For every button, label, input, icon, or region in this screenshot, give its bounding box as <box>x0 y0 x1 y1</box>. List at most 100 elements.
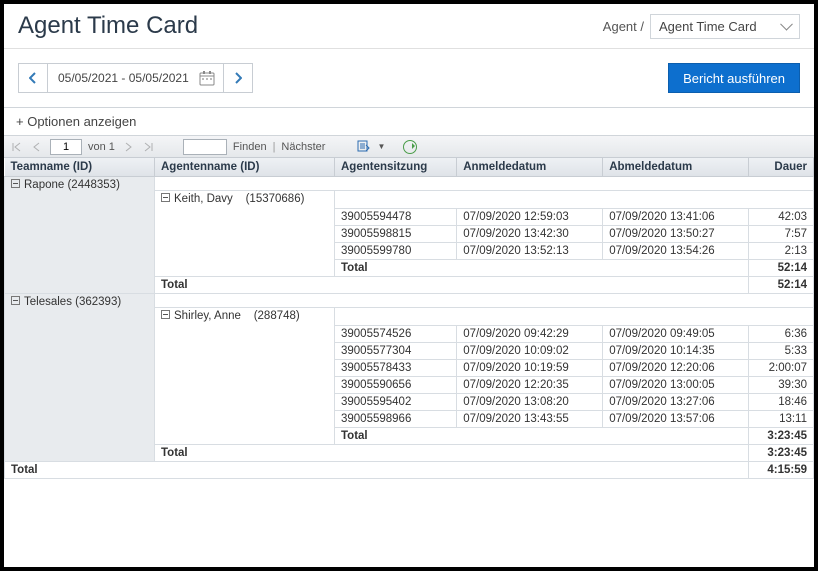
team-cell: Telesales (362393) <box>5 294 155 462</box>
agent-id: (288748) <box>241 310 300 322</box>
login-datetime: 07/09/2020 12:20:35 <box>457 377 603 394</box>
find-input[interactable] <box>183 139 227 155</box>
logout-datetime: 07/09/2020 13:27:06 <box>603 394 749 411</box>
session-id: 39005599780 <box>335 243 457 260</box>
find-next-label[interactable]: Nächster <box>281 141 325 153</box>
login-datetime: 07/09/2020 13:42:30 <box>457 226 603 243</box>
export-button[interactable] <box>357 140 371 154</box>
find-label[interactable]: Finden <box>233 141 267 153</box>
session-duration: 6:36 <box>749 326 814 343</box>
col-agent[interactable]: Agentenname (ID) <box>155 158 335 177</box>
session-duration: 18:46 <box>749 394 814 411</box>
spacer-cell <box>155 294 814 308</box>
separator: | <box>273 141 276 153</box>
date-next-button[interactable] <box>223 63 253 93</box>
agent-cell: Shirley, Anne (288748) <box>155 308 335 445</box>
date-range-input[interactable]: 05/05/2021 - 05/05/2021 <box>47 63 224 93</box>
login-datetime: 07/09/2020 13:52:13 <box>457 243 603 260</box>
spacer-cell <box>335 191 814 209</box>
crumb-select[interactable]: Agent Time Card <box>650 14 800 39</box>
team-total-label: Total <box>155 445 749 462</box>
page-of-label: von 1 <box>88 141 115 153</box>
login-datetime: 07/09/2020 12:59:03 <box>457 209 603 226</box>
chevron-right-icon <box>234 72 242 84</box>
logout-datetime: 07/09/2020 13:00:05 <box>603 377 749 394</box>
session-duration: 2:13 <box>749 243 814 260</box>
date-range-value: 05/05/2021 - 05/05/2021 <box>58 71 189 85</box>
login-datetime: 07/09/2020 10:19:59 <box>457 360 603 377</box>
logout-datetime: 07/09/2020 12:20:06 <box>603 360 749 377</box>
last-page-button[interactable] <box>141 140 155 154</box>
session-duration: 7:57 <box>749 226 814 243</box>
refresh-button[interactable] <box>403 140 417 154</box>
session-id: 39005574526 <box>335 326 457 343</box>
col-logout[interactable]: Abmeldedatum <box>603 158 749 177</box>
spacer-cell <box>335 308 814 326</box>
agent-name: Keith, Davy <box>174 193 233 205</box>
session-duration: 13:11 <box>749 411 814 428</box>
team-total-value: 3:23:45 <box>749 445 814 462</box>
chevron-left-icon <box>29 72 37 84</box>
prev-page-button[interactable] <box>30 140 44 154</box>
col-session[interactable]: Agentensitzung <box>335 158 457 177</box>
agent-cell: Keith, Davy (15370686) <box>155 191 335 277</box>
export-dropdown-icon[interactable]: ▼ <box>377 142 385 151</box>
next-page-button[interactable] <box>121 140 135 154</box>
col-team[interactable]: Teamname (ID) <box>5 158 155 177</box>
logout-datetime: 07/09/2020 13:57:06 <box>603 411 749 428</box>
calendar-icon[interactable] <box>199 70 215 86</box>
collapse-toggle-icon[interactable] <box>161 193 170 202</box>
login-datetime: 07/09/2020 09:42:29 <box>457 326 603 343</box>
options-toggle[interactable]: + Optionen anzeigen <box>4 107 814 136</box>
agent-total-label: Total <box>335 260 749 277</box>
session-id: 39005598966 <box>335 411 457 428</box>
date-prev-button[interactable] <box>18 63 48 93</box>
login-datetime: 07/09/2020 13:43:55 <box>457 411 603 428</box>
session-id: 39005598815 <box>335 226 457 243</box>
session-id: 39005595402 <box>335 394 457 411</box>
session-duration: 5:33 <box>749 343 814 360</box>
logout-datetime: 07/09/2020 13:41:06 <box>603 209 749 226</box>
session-id: 39005578433 <box>335 360 457 377</box>
session-duration: 42:03 <box>749 209 814 226</box>
date-range-group: 05/05/2021 - 05/05/2021 <box>18 63 253 93</box>
session-id: 39005594478 <box>335 209 457 226</box>
collapse-toggle-icon[interactable] <box>11 296 20 305</box>
agent-total-value: 3:23:45 <box>749 428 814 445</box>
run-report-button[interactable]: Bericht ausführen <box>668 63 800 93</box>
breadcrumb: Agent / Agent Time Card <box>603 14 800 39</box>
agent-total-value: 52:14 <box>749 260 814 277</box>
team-total-label: Total <box>155 277 749 294</box>
first-page-button[interactable] <box>10 140 24 154</box>
collapse-toggle-icon[interactable] <box>11 179 20 188</box>
collapse-toggle-icon[interactable] <box>161 310 170 319</box>
logout-datetime: 07/09/2020 13:54:26 <box>603 243 749 260</box>
spacer-cell <box>155 177 814 191</box>
page-title: Agent Time Card <box>18 12 198 40</box>
session-id: 39005590656 <box>335 377 457 394</box>
agent-id: (15370686) <box>233 193 305 205</box>
report-table: Teamname (ID) Agentenname (ID) Agentensi… <box>4 158 814 479</box>
team-name: Rapone (2448353) <box>24 179 120 191</box>
grand-total-value: 4:15:59 <box>749 462 814 479</box>
col-duration[interactable]: Dauer <box>749 158 814 177</box>
agent-name: Shirley, Anne <box>174 310 241 322</box>
session-duration: 2:00:07 <box>749 360 814 377</box>
agent-total-label: Total <box>335 428 749 445</box>
page-number-input[interactable] <box>50 139 82 155</box>
session-duration: 39:30 <box>749 377 814 394</box>
logout-datetime: 07/09/2020 10:14:35 <box>603 343 749 360</box>
login-datetime: 07/09/2020 13:08:20 <box>457 394 603 411</box>
report-toolbar: von 1 Finden | Nächster ▼ <box>4 136 814 158</box>
grand-total-label: Total <box>5 462 749 479</box>
refresh-icon <box>403 140 417 154</box>
team-name: Telesales (362393) <box>24 296 121 308</box>
logout-datetime: 07/09/2020 13:50:27 <box>603 226 749 243</box>
login-datetime: 07/09/2020 10:09:02 <box>457 343 603 360</box>
team-cell: Rapone (2448353) <box>5 177 155 294</box>
logout-datetime: 07/09/2020 09:49:05 <box>603 326 749 343</box>
team-total-value: 52:14 <box>749 277 814 294</box>
col-login[interactable]: Anmeldedatum <box>457 158 603 177</box>
crumb-label: Agent / <box>603 19 644 34</box>
session-id: 39005577304 <box>335 343 457 360</box>
